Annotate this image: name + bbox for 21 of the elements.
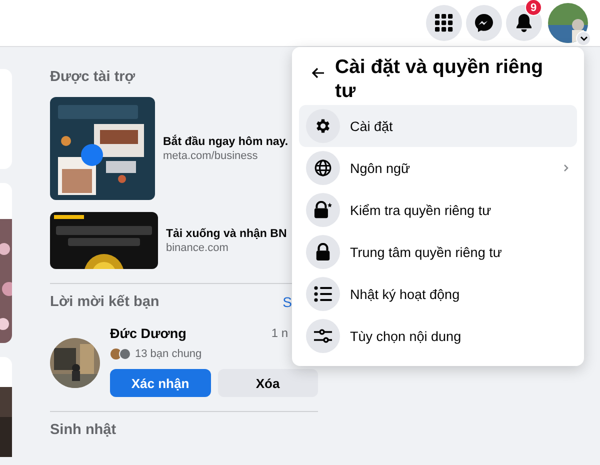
requester-name[interactable]: Đức Dương — [110, 326, 186, 341]
request-time: 1 n — [271, 326, 288, 341]
ad-domain: meta.com/business — [163, 150, 259, 162]
menu-item[interactable]: Cài đặt — [299, 105, 577, 147]
ad-domain: binance.com — [166, 242, 230, 254]
menu-item[interactable]: Nhật ký hoạt động — [299, 273, 577, 315]
section-heading: Lời mời kết bạn — [50, 294, 160, 310]
delete-button[interactable]: Xóa — [218, 369, 318, 397]
see-all-link[interactable]: S — [282, 294, 292, 310]
menu-item[interactable]: Ngôn ngữ — [299, 147, 577, 189]
section-heading: Sinh nhật — [50, 422, 118, 438]
menu-item[interactable]: Tùy chọn nội dung — [299, 315, 577, 357]
notification-badge: 9 — [525, 0, 542, 16]
section-heading: Được tài trợ — [50, 69, 136, 85]
mutual-friends-count: 13 bạn chung — [135, 348, 202, 360]
menu-title: Cài đặt và quyền riêng tư — [335, 55, 544, 103]
ad-title[interactable]: Bắt đầu ngay hôm nay. — [163, 136, 288, 148]
confirm-button[interactable]: Xác nhận — [110, 369, 210, 397]
menu-item[interactable]: Kiểm tra quyền riêng tư — [299, 189, 577, 231]
ad-title[interactable]: Tải xuống và nhận BN — [166, 228, 287, 240]
menu-item[interactable]: Trung tâm quyền riêng tư — [299, 231, 577, 273]
